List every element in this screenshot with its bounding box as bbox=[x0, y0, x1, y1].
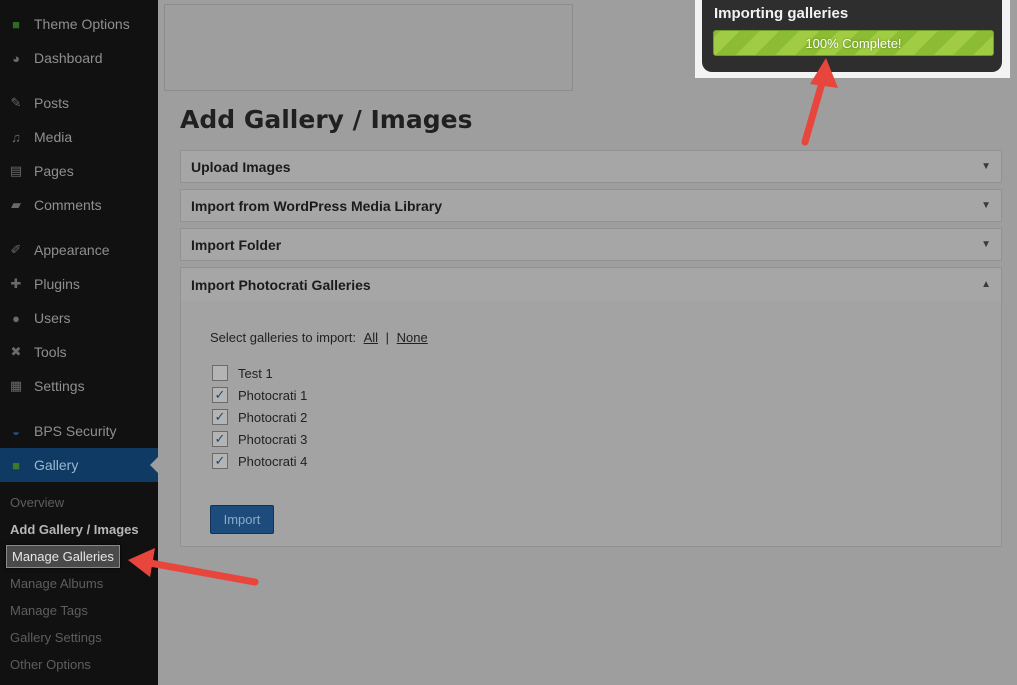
submenu-item-other-options[interactable]: Other Options bbox=[10, 657, 91, 672]
section-label: Import from WordPress Media Library bbox=[191, 197, 443, 214]
chevron-down-icon: ▼ bbox=[981, 200, 991, 211]
security-icon: ◒ bbox=[12, 423, 20, 439]
select-galleries-line: Select galleries to import: All | None bbox=[210, 330, 428, 345]
submenu-item-manage-galleries[interactable]: Manage Galleries bbox=[6, 545, 120, 568]
gallery-option[interactable]: ✓ Photocrati 2 bbox=[212, 409, 307, 425]
progress-bar: 100% Complete! bbox=[713, 30, 994, 56]
comment-icon: ▰ bbox=[11, 197, 21, 212]
sidebar-item-label: Users bbox=[34, 310, 71, 326]
plug-icon: ✚ bbox=[10, 276, 22, 291]
sidebar-item-comments[interactable]: ▰ Comments bbox=[0, 190, 158, 220]
section-import-media-library[interactable]: Import from WordPress Media Library ▼ bbox=[180, 189, 1002, 222]
admin-sidebar: ■ Theme Options ◕ Dashboard ✎ Posts ♫ Me… bbox=[0, 0, 158, 685]
section-upload-images[interactable]: Upload Images ▼ bbox=[180, 150, 1002, 183]
gallery-label: Photocrati 4 bbox=[238, 453, 308, 469]
gallery-checkbox[interactable]: ✓ bbox=[212, 431, 228, 447]
sidebar-item-gallery[interactable]: ■ Gallery bbox=[0, 448, 158, 482]
gallery-option[interactable]: ✓ Photocrati 1 bbox=[212, 387, 307, 403]
pages-icon: ▤ bbox=[9, 163, 23, 178]
checkmark-icon: ✓ bbox=[214, 453, 226, 468]
link-separator: | bbox=[385, 330, 390, 345]
import-photocrati-panel: Select galleries to import: All | None T… bbox=[180, 301, 1002, 547]
sidebar-item-settings[interactable]: ▦ Settings bbox=[0, 371, 158, 401]
chevron-down-icon: ▼ bbox=[981, 239, 991, 250]
submenu-item-manage-albums[interactable]: Manage Albums bbox=[10, 576, 103, 591]
page-title: Add Gallery / Images bbox=[180, 105, 473, 134]
user-icon: ● bbox=[12, 310, 20, 326]
sidebar-item-label: Posts bbox=[34, 95, 70, 111]
gallery-checkbox[interactable]: ✓ bbox=[212, 453, 228, 469]
sidebar-item-label: Appearance bbox=[34, 242, 110, 258]
sidebar-item-label: Media bbox=[34, 129, 73, 145]
select-prompt: Select galleries to import: bbox=[210, 330, 356, 345]
sidebar-item-label: Tools bbox=[34, 344, 67, 360]
wrench-icon: ✖ bbox=[10, 344, 22, 359]
active-menu-indicator bbox=[150, 457, 158, 473]
progress-text: 100% Complete! bbox=[805, 35, 902, 51]
section-label: Upload Images bbox=[191, 158, 291, 175]
section-import-photocrati[interactable]: Import Photocrati Galleries ▲ bbox=[180, 267, 1002, 302]
checkmark-icon: ✓ bbox=[214, 387, 226, 402]
popup-panel: Importing galleries 100% Complete! bbox=[702, 0, 1002, 72]
gallery-checkbox[interactable]: ✓ bbox=[212, 387, 228, 403]
checkmark-icon: ✓ bbox=[214, 431, 226, 446]
gallery-icon: ■ bbox=[12, 457, 20, 473]
gallery-option[interactable]: ✓ Photocrati 3 bbox=[212, 431, 307, 447]
brush-icon: ✐ bbox=[10, 242, 22, 257]
submenu-item-manage-tags[interactable]: Manage Tags bbox=[10, 603, 88, 618]
gallery-option[interactable]: ✓ Photocrati 4 bbox=[212, 453, 307, 469]
sidebar-item-media[interactable]: ♫ Media bbox=[0, 122, 158, 152]
sidebar-item-plugins[interactable]: ✚ Plugins bbox=[0, 269, 158, 299]
sidebar-item-label: Comments bbox=[34, 197, 102, 213]
sidebar-item-bps-security[interactable]: ◒ BPS Security bbox=[0, 416, 158, 446]
gallery-label: Photocrati 3 bbox=[238, 431, 308, 447]
sidebar-item-posts[interactable]: ✎ Posts bbox=[0, 88, 158, 118]
import-progress-popup: Importing galleries 100% Complete! bbox=[695, 0, 1010, 78]
select-none-link[interactable]: None bbox=[397, 330, 428, 345]
sidebar-item-tools[interactable]: ✖ Tools bbox=[0, 337, 158, 367]
select-all-link[interactable]: All bbox=[364, 330, 378, 345]
section-label: Import Folder bbox=[191, 236, 282, 253]
sidebar-item-users[interactable]: ● Users bbox=[0, 303, 158, 333]
sidebar-item-theme-options[interactable]: ■ Theme Options bbox=[0, 9, 158, 39]
section-label: Import Photocrati Galleries bbox=[191, 276, 371, 293]
sidebar-item-dashboard[interactable]: ◕ Dashboard bbox=[0, 43, 158, 73]
sidebar-item-appearance[interactable]: ✐ Appearance bbox=[0, 235, 158, 265]
theme-options-icon: ■ bbox=[12, 16, 20, 32]
settings-icon: ▦ bbox=[9, 378, 23, 393]
gallery-label: Photocrati 1 bbox=[238, 387, 308, 403]
top-placeholder-box bbox=[164, 4, 573, 91]
sidebar-item-label: Dashboard bbox=[34, 50, 103, 66]
sidebar-item-label: Plugins bbox=[34, 276, 80, 292]
sidebar-item-label: Gallery bbox=[34, 457, 79, 473]
popup-title: Importing galleries bbox=[714, 5, 849, 22]
sidebar-item-label: Theme Options bbox=[34, 16, 130, 32]
chevron-up-icon: ▲ bbox=[981, 279, 991, 290]
sidebar-item-pages[interactable]: ▤ Pages bbox=[0, 156, 158, 186]
checkmark-icon: ✓ bbox=[214, 409, 226, 424]
submenu-item-overview[interactable]: Overview bbox=[10, 495, 64, 510]
submenu-item-add-gallery[interactable]: Add Gallery / Images bbox=[10, 522, 139, 537]
sidebar-item-label: BPS Security bbox=[34, 423, 117, 439]
gallery-checkbox[interactable]: ✓ bbox=[212, 409, 228, 425]
gallery-label: Test 1 bbox=[238, 365, 273, 381]
dashboard-icon: ◕ bbox=[12, 50, 20, 66]
gallery-label: Photocrati 2 bbox=[238, 409, 308, 425]
submenu-item-gallery-settings[interactable]: Gallery Settings bbox=[10, 630, 102, 645]
gallery-option[interactable]: Test 1 bbox=[212, 365, 273, 381]
media-icon: ♫ bbox=[11, 129, 21, 145]
sidebar-item-label: Settings bbox=[34, 378, 85, 394]
section-import-folder[interactable]: Import Folder ▼ bbox=[180, 228, 1002, 261]
import-button[interactable]: Import bbox=[210, 505, 274, 534]
sidebar-item-label: Pages bbox=[34, 163, 74, 179]
chevron-down-icon: ▼ bbox=[981, 161, 991, 172]
gallery-checkbox[interactable] bbox=[212, 365, 228, 381]
pin-icon: ✎ bbox=[10, 95, 22, 110]
